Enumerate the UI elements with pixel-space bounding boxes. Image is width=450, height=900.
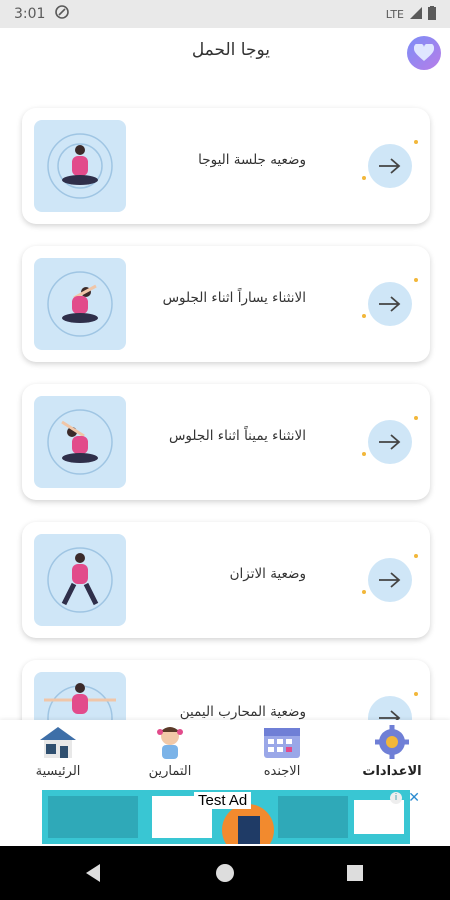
yoga-pose-image <box>34 258 126 350</box>
yoga-pose-image <box>34 534 126 626</box>
ad-close-icon[interactable]: ✕ <box>408 790 420 806</box>
bottom-navigation: الرئيسية التمارين الاجنده الاعدادات <box>0 720 450 788</box>
exercise-card[interactable]: وضعيه جلسة اليوجا <box>22 108 430 224</box>
battery-icon <box>428 5 436 23</box>
exercise-label: الانثناء يميناً اثناء الجلوس <box>168 428 306 444</box>
exercise-label: الانثناء يساراً اثناء الجلوس <box>162 290 306 306</box>
yoga-pose-image <box>34 396 126 488</box>
nav-item-exercises[interactable]: التمارين <box>120 724 220 786</box>
nav-item-home[interactable]: الرئيسية <box>8 724 108 786</box>
house-icon <box>38 724 78 760</box>
status-bar: 3:01 LTE <box>0 0 450 28</box>
app-logo-heart-icon[interactable] <box>407 36 441 70</box>
nav-label-agenda: الاجنده <box>263 764 301 779</box>
exercise-label: وضعية المحارب اليمين <box>179 704 306 720</box>
system-navigation-bar <box>0 846 450 900</box>
arrow-right-icon[interactable] <box>362 416 418 464</box>
home-icon[interactable] <box>216 864 234 882</box>
girl-icon <box>150 724 190 760</box>
nav-label-settings: الاعدادات <box>362 764 422 779</box>
yoga-pose-image <box>34 120 126 212</box>
page-title: يوجا الحمل <box>191 40 270 60</box>
back-icon[interactable] <box>86 864 100 882</box>
calendar-icon <box>262 724 302 760</box>
arrow-right-icon[interactable] <box>362 278 418 326</box>
yoga-pose-image <box>34 672 126 720</box>
arrow-right-icon[interactable] <box>362 140 418 188</box>
notification-icon <box>55 5 70 23</box>
exercise-card[interactable]: وضعية المحارب اليمين <box>22 660 430 720</box>
ad-label: Test Ad <box>194 792 252 809</box>
nav-item-agenda[interactable]: الاجنده <box>232 724 332 786</box>
ad-banner[interactable]: Test Ad i ✕ <box>0 788 450 846</box>
exercise-card[interactable]: الانثناء يميناً اثناء الجلوس <box>22 384 430 500</box>
network-label: LTE <box>385 7 404 21</box>
exercise-card[interactable]: وضعية الاتزان <box>22 522 430 638</box>
nav-label-exercises: التمارين <box>148 764 192 779</box>
arrow-right-icon[interactable] <box>368 692 418 720</box>
exercise-card[interactable]: الانثناء يساراً اثناء الجلوس <box>22 246 430 362</box>
exercise-list[interactable]: وضعيه جلسة اليوجا الانثناء يساراً اثناء … <box>0 80 450 720</box>
ad-info-icon[interactable]: i <box>390 792 402 804</box>
app-bar: يوجا الحمل <box>0 28 450 80</box>
status-time: 3:01 <box>14 6 46 22</box>
signal-icon <box>410 6 422 22</box>
recents-icon[interactable] <box>347 865 363 881</box>
gear-icon <box>372 724 412 760</box>
arrow-right-icon[interactable] <box>362 554 418 602</box>
nav-label-home: الرئيسية <box>35 764 81 779</box>
nav-item-settings[interactable]: الاعدادات <box>342 724 442 786</box>
exercise-label: وضعيه جلسة اليوجا <box>198 152 306 168</box>
exercise-label: وضعية الاتزان <box>229 566 306 582</box>
